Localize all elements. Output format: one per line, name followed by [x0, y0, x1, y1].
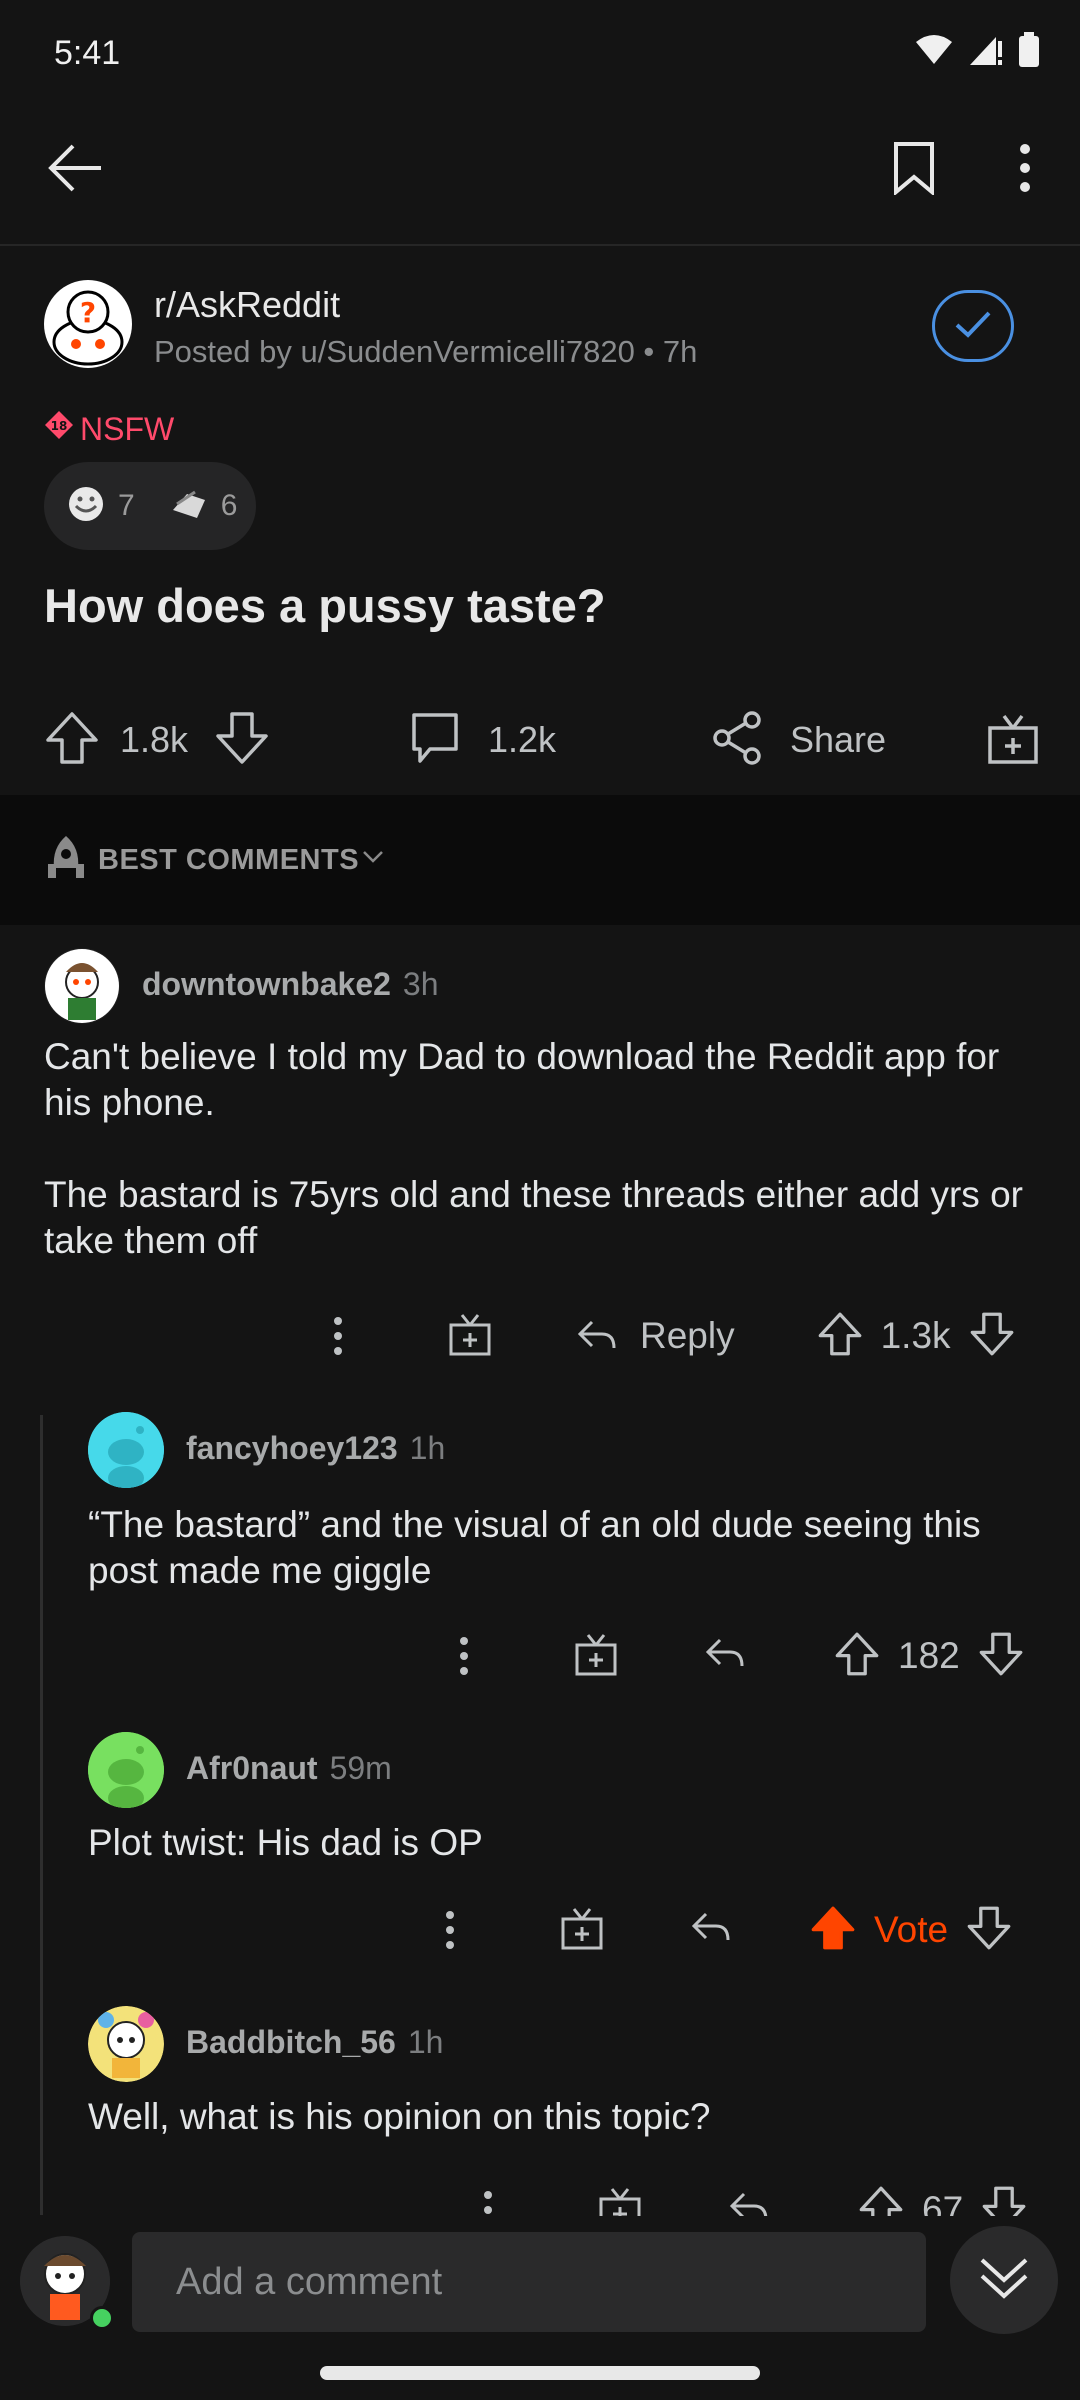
reply-label: Reply	[640, 1315, 735, 1356]
post-vote-bar: 1.8k	[44, 708, 270, 772]
more-vertical-icon	[1019, 143, 1031, 198]
avatar[interactable]	[88, 1412, 164, 1488]
subreddit-name[interactable]: r/AskReddit	[154, 284, 340, 326]
online-status-dot	[90, 2306, 114, 2330]
post-author-line[interactable]: Posted by u/SuddenVermicelli7820 • 7h	[154, 334, 697, 370]
reply-button[interactable]: Reply	[576, 1315, 735, 1357]
post-comments-button[interactable]: 1.2k	[408, 708, 556, 772]
award-count-1: 7	[118, 489, 135, 522]
gift-icon	[986, 714, 1040, 770]
comment-header: fancyhoey123 1h	[186, 1430, 445, 1467]
comment-time: 1h	[407, 2024, 444, 2060]
comment-header: downtownbake2 3h	[142, 966, 439, 1003]
comment-body[interactable]: “The bastard” and the visual of an old d…	[88, 1502, 1048, 1594]
comment-bubble-icon	[408, 711, 462, 770]
comment-body[interactable]: Well, what is his opinion on this topic?	[88, 2094, 1048, 2140]
awards-pill[interactable]: 7 6	[44, 462, 256, 550]
signal-icon	[968, 33, 1004, 72]
more-options-button[interactable]	[432, 1910, 468, 1950]
gift-icon[interactable]	[574, 1631, 618, 1682]
vote-label: Vote	[874, 1909, 949, 1950]
svg-text:?: ?	[80, 296, 96, 329]
reply-button[interactable]	[690, 1910, 732, 1951]
thread-line[interactable]	[40, 1415, 43, 2215]
reply-button[interactable]	[704, 1636, 746, 1677]
upvote-button[interactable]	[834, 1631, 880, 1682]
upvote-button[interactable]	[810, 1905, 856, 1956]
subreddit-avatar[interactable]: ?	[44, 280, 132, 368]
gift-icon[interactable]	[560, 1905, 604, 1956]
comment-body[interactable]: Can't believe I told my Dad to download …	[44, 1034, 1034, 1264]
save-button[interactable]	[874, 130, 954, 210]
comment-input-placeholder: Add a comment	[176, 2261, 443, 2303]
bookmark-icon	[892, 141, 936, 200]
comment-header: Afr0naut 59m	[186, 1750, 392, 1787]
back-arrow-icon	[45, 142, 105, 199]
post-comment-count: 1.2k	[488, 719, 557, 760]
avatar[interactable]	[88, 1732, 164, 1808]
status-icons	[914, 32, 1040, 73]
wholesome-award-icon	[64, 484, 108, 529]
post-title[interactable]: How does a pussy taste?	[44, 578, 606, 633]
double-chevron-down-icon	[976, 2250, 1032, 2311]
comment-header: Baddbitch_56 1h	[186, 2024, 443, 2061]
comment-action-bar: Vote	[432, 1900, 1012, 1960]
nsfw-badge: 18 NSFW	[44, 410, 174, 448]
comment-time: 3h	[402, 966, 439, 1002]
upvote-button[interactable]	[817, 1311, 863, 1362]
comment-username[interactable]: downtownbake2	[142, 966, 391, 1003]
downvote-button[interactable]	[978, 1631, 1024, 1682]
joined-button[interactable]	[932, 290, 1014, 362]
upvote-button[interactable]	[44, 710, 100, 771]
battery-icon	[1018, 32, 1040, 73]
sort-label[interactable]: BEST COMMENTS	[98, 844, 359, 877]
svg-text:18: 18	[51, 419, 68, 433]
downvote-button[interactable]	[969, 1311, 1015, 1362]
share-button[interactable]: Share	[710, 708, 886, 772]
nsfw-label: NSFW	[80, 410, 175, 447]
avatar[interactable]	[44, 948, 120, 1024]
comment-action-bar: Reply 1.3k	[320, 1306, 1015, 1366]
more-options-button[interactable]	[990, 130, 1060, 210]
comment-username[interactable]: fancyhoey123	[186, 1430, 398, 1467]
wifi-icon	[914, 34, 954, 71]
jump-to-next-comment-button[interactable]	[950, 2226, 1058, 2334]
comment-time: 1h	[409, 1430, 446, 1466]
helpful-award-icon	[167, 484, 211, 529]
share-icon	[710, 710, 764, 771]
gift-icon[interactable]	[448, 1311, 492, 1362]
checkmark-icon	[953, 309, 993, 344]
comment-body[interactable]: Plot twist: His dad is OP	[88, 1820, 1048, 1866]
chevron-down-icon	[362, 850, 384, 869]
downvote-button[interactable]	[966, 1905, 1012, 1956]
vote-count: 1.3k	[880, 1315, 951, 1356]
status-time: 5:41	[54, 34, 121, 72]
award-count-2: 6	[220, 489, 238, 522]
home-indicator[interactable]	[320, 2366, 760, 2380]
comment-username[interactable]: Afr0naut	[186, 1750, 318, 1787]
award-post-button[interactable]	[986, 710, 1040, 771]
downvote-button[interactable]	[214, 710, 270, 771]
comment-time: 59m	[329, 1750, 392, 1786]
rocket-sort-icon	[44, 834, 88, 887]
share-label: Share	[790, 719, 887, 760]
more-options-button[interactable]	[446, 1636, 482, 1676]
more-options-button[interactable]	[320, 1316, 356, 1356]
vote-count: 182	[898, 1635, 960, 1676]
post-vote-count: 1.8k	[120, 719, 189, 760]
avatar[interactable]	[88, 2006, 164, 2082]
back-button[interactable]	[30, 130, 120, 210]
nsfw-18-icon: 18	[44, 410, 74, 448]
comment-action-bar: 182	[446, 1626, 1024, 1686]
comment-username[interactable]: Baddbitch_56	[186, 2024, 396, 2061]
